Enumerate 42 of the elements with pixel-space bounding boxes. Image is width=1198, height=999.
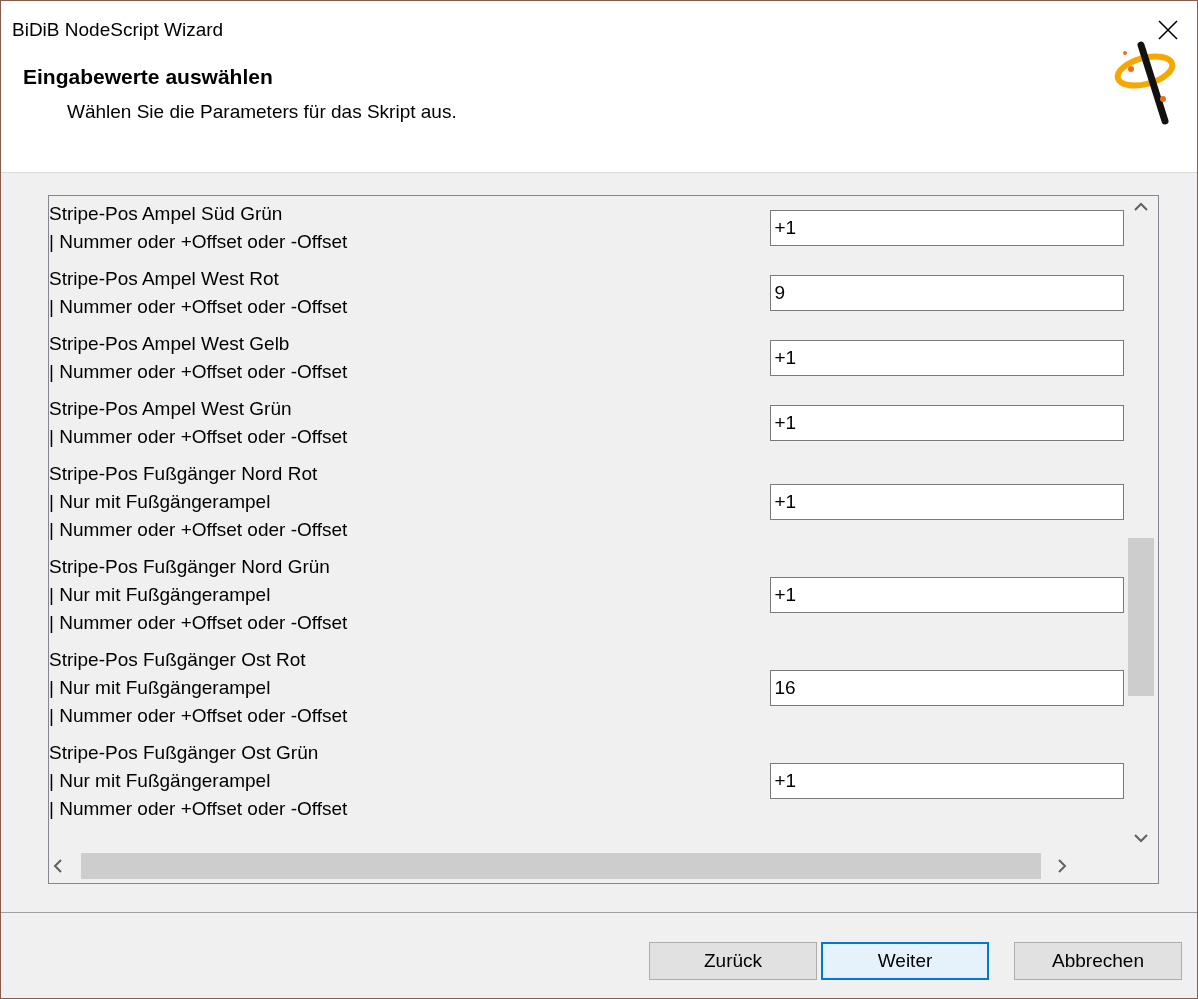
parameter-label: | Nummer oder +Offset oder -Offset	[49, 797, 349, 822]
page-subtitle: Wählen Sie die Parameters für das Skript aus.	[67, 101, 457, 123]
parameter-label: Stripe-Pos Fußgänger Ost Grün	[49, 741, 320, 766]
parameter-label: | Nummer oder +Offset oder -Offset	[49, 611, 349, 636]
wizard-button[interactable]: Weiter	[821, 942, 989, 981]
scroll-thumb[interactable]	[81, 853, 1041, 880]
parameter-label: Stripe-Pos Ampel West Grün	[49, 397, 293, 422]
parameter-label: Stripe-Pos Ampel West Rot	[49, 267, 280, 292]
page-title: Eingabewerte auswählen	[23, 65, 274, 89]
parameter-label: Stripe-Pos Fußgänger Nord Rot	[49, 462, 319, 487]
value-field[interactable]: +1	[769, 577, 1124, 614]
value-field[interactable]: +1	[769, 210, 1124, 247]
value-field[interactable]: 16	[769, 670, 1124, 707]
parameter-label: | Nummer oder +Offset oder -Offset	[49, 230, 349, 255]
wizard-button[interactable]: Abbrechen	[1014, 942, 1182, 981]
value-field[interactable]: +1	[769, 405, 1124, 442]
parameter-label: Stripe-Pos Ampel West Gelb	[49, 332, 291, 357]
value-field[interactable]: +1	[769, 484, 1124, 521]
wizard-button[interactable]: Zurück	[649, 942, 817, 981]
magic-wand-icon	[1113, 39, 1177, 127]
parameter-label: | Nur mit Fußgängerampel	[49, 490, 272, 515]
parameter-label: Stripe-Pos Fußgänger Ost Rot	[49, 648, 307, 673]
value-field[interactable]: +1	[769, 763, 1124, 800]
close-icon	[1158, 20, 1178, 40]
window-title: BiDiB NodeScript Wizard	[12, 19, 224, 41]
parameter-label: Stripe-Pos Ampel Süd Grün	[49, 202, 284, 227]
parameter-label: | Nur mit Fußgängerampel	[49, 769, 272, 794]
parameter-label: | Nummer oder +Offset oder -Offset	[49, 518, 349, 543]
scroll-left-icon[interactable]	[53, 859, 63, 874]
parameter-label: | Nummer oder +Offset oder -Offset	[49, 425, 349, 450]
scroll-thumb[interactable]	[1128, 538, 1154, 697]
parameter-label: Stripe-Pos Fußgänger Nord Grün	[49, 555, 331, 580]
parameter-label: | Nummer oder +Offset oder -Offset	[49, 295, 349, 320]
scroll-down-icon[interactable]	[1134, 833, 1148, 844]
parameter-label: | Nummer oder +Offset oder -Offset	[49, 704, 349, 729]
value-field[interactable]: 9	[769, 275, 1124, 312]
parameter-label: | Nummer oder +Offset oder -Offset	[49, 360, 349, 385]
value-field[interactable]: +1	[769, 340, 1124, 377]
scroll-up-icon[interactable]	[1134, 202, 1148, 213]
parameter-label: | Nur mit Fußgängerampel	[49, 676, 272, 701]
scroll-right-icon[interactable]	[1057, 859, 1067, 874]
parameter-label: | Nur mit Fußgängerampel	[49, 583, 272, 608]
